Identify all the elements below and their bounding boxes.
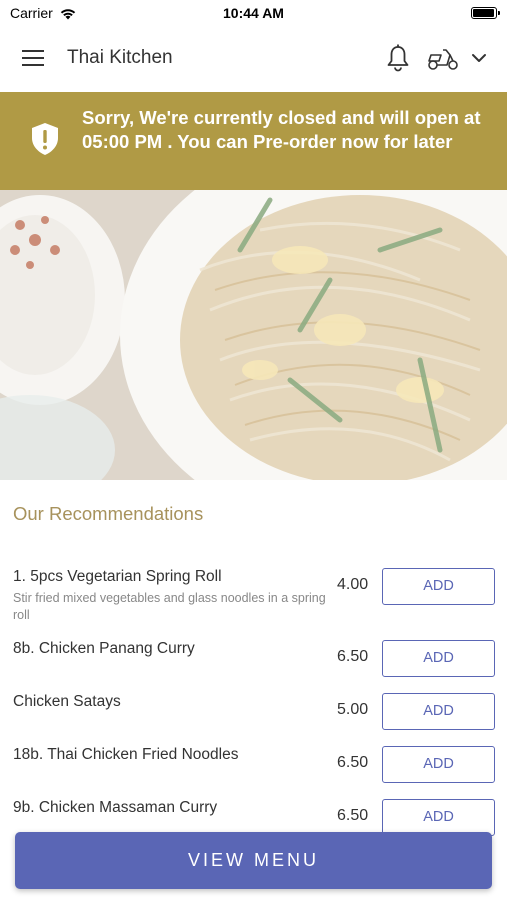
section-title-recommendations: Our Recommendations — [13, 503, 204, 524]
chevron-down-icon[interactable] — [471, 52, 487, 64]
item-price: 6.50 — [337, 807, 369, 824]
battery-icon — [471, 7, 500, 19]
item-price: 4.00 — [337, 576, 369, 593]
list-item: 8b. Chicken Panang Curry 6.50 ADD — [0, 634, 507, 682]
add-button[interactable]: ADD — [382, 799, 495, 836]
item-name: 1. 5pcs Vegetarian Spring Roll — [13, 568, 222, 585]
view-menu-button[interactable]: VIEW MENU — [15, 832, 492, 889]
item-price: 5.00 — [337, 701, 369, 718]
item-price: 6.50 — [337, 754, 369, 771]
item-price: 6.50 — [337, 648, 369, 665]
clock: 10:44 AM — [223, 5, 284, 21]
item-description: Stir fried mixed vegetables and glass no… — [13, 591, 326, 622]
nav-bar: Thai Kitchen — [0, 28, 507, 92]
list-item: Chicken Satays 5.00 ADD — [0, 687, 507, 735]
list-item: 1. 5pcs Vegetarian Spring Roll Stir frie… — [0, 562, 507, 630]
shield-alert-icon — [32, 123, 58, 155]
closed-message: Sorry, We're currently closed and will o… — [82, 107, 481, 152]
hero-food-image — [0, 190, 507, 480]
bell-icon[interactable] — [385, 44, 411, 72]
add-button[interactable]: ADD — [382, 746, 495, 783]
add-button[interactable]: ADD — [382, 568, 495, 605]
add-button[interactable]: ADD — [382, 693, 495, 730]
page-title: Thai Kitchen — [67, 47, 173, 68]
closed-banner: Sorry, We're currently closed and will o… — [0, 92, 507, 190]
item-name: Chicken Satays — [13, 693, 121, 710]
list-item: 18b. Thai Chicken Fried Noodles 6.50 ADD — [0, 740, 507, 788]
add-button[interactable]: ADD — [382, 640, 495, 677]
item-name: 9b. Chicken Massaman Curry — [13, 799, 218, 816]
item-name: 18b. Thai Chicken Fried Noodles — [13, 746, 239, 763]
item-name: 8b. Chicken Panang Curry — [13, 640, 195, 657]
status-bar: Carrier 10:44 AM — [0, 0, 507, 28]
hamburger-menu-icon[interactable] — [22, 48, 46, 68]
delivery-scooter-icon[interactable] — [427, 46, 459, 72]
